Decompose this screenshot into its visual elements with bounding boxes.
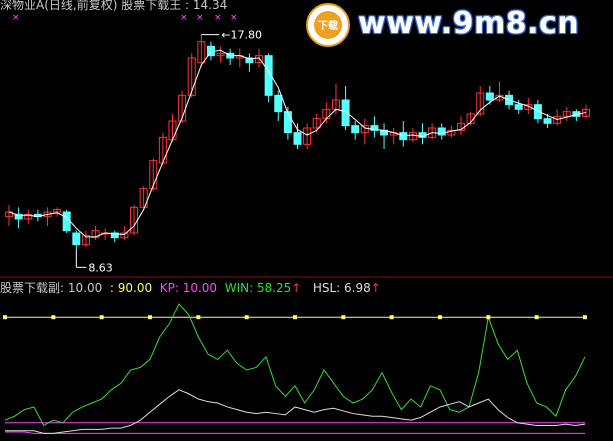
yellow-line-marker — [196, 315, 201, 320]
yellow-line-marker — [99, 315, 104, 320]
candle-body-down — [274, 94, 283, 113]
logo-badge: 下载 — [306, 3, 350, 47]
indicator-hsl: HSL: 6.98 — [312, 281, 371, 295]
candle-body-down — [341, 99, 350, 127]
high-label: ←17.80 — [221, 29, 262, 42]
low-label: 8.63 — [88, 261, 113, 274]
win-arrow-icon: ↑ — [291, 281, 302, 295]
yellow-line-marker — [438, 315, 442, 320]
yellow-line-marker — [534, 315, 539, 320]
yellow-line-marker — [3, 315, 7, 320]
hsl-arrow-icon: ↑ — [370, 281, 381, 295]
watermark-logo: 下载 www.9m8.cn — [306, 2, 611, 48]
yellow-line-marker — [51, 315, 56, 320]
yellow-line-marker — [486, 315, 491, 320]
indicator-win: WIN: 58.25 — [224, 281, 292, 295]
candle-body-down — [437, 127, 446, 136]
signal-marker: × — [180, 13, 188, 23]
candle-body-down — [485, 92, 494, 101]
series-base-line — [5, 431, 585, 434]
candle-body-down — [293, 132, 302, 145]
candle-body-down — [514, 104, 523, 110]
candle-body-down — [62, 211, 71, 232]
yellow-line-marker — [293, 315, 297, 320]
candlestick-chart: × × × × × ←17.80 8.63 — [0, 13, 613, 434]
signal-marker: × — [196, 13, 204, 23]
indicator-kp: KP: 10.00 — [159, 281, 218, 295]
yellow-line-marker — [148, 315, 152, 320]
candle-body-down — [283, 111, 292, 134]
series-hsl-line — [5, 389, 586, 434]
indicator-v1: : 10.00 — [60, 281, 103, 295]
logo-url-text: www.9m8.cn — [358, 6, 580, 41]
candle-body-down — [543, 118, 552, 124]
yellow-line-marker — [583, 315, 587, 320]
yellow-line-marker — [341, 315, 346, 320]
indicator-name: 股票下载副 — [0, 281, 61, 295]
yellow-line-marker — [389, 315, 394, 320]
chart-title: 深物业A(日线,前复权) 股票下载王 : 14.34 — [0, 0, 228, 12]
chart-stage: × × × × × ←17.80 8.63 深物业A(日线,前复权) 股票下载王 : 14.… — [0, 0, 613, 441]
indicator-v2: : 90.00 — [109, 281, 153, 295]
candle-body-down — [351, 125, 360, 134]
yellow-line-marker — [244, 315, 249, 320]
signal-marker: × — [12, 13, 20, 23]
signal-marker: × — [230, 13, 238, 23]
indicator-legend-bar: 股票下载副: 10.00 : 90.00 KP: 10.00 WIN: 58.2… — [0, 281, 381, 295]
candle-body-down — [72, 232, 81, 246]
logo-badge-char: 下载 — [318, 21, 338, 32]
signal-marker: × — [214, 13, 222, 23]
